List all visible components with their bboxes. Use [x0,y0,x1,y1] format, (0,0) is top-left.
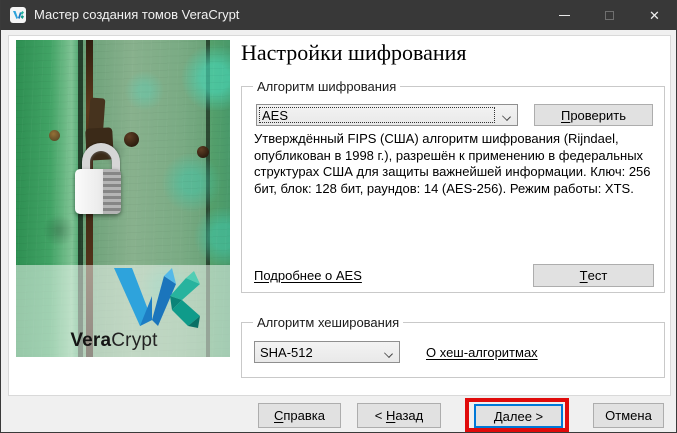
more-info-about-aes-link[interactable]: Подробнее о AES [254,268,362,283]
veracrypt-logo-icon [112,268,206,332]
selected-hash-algorithm: SHA-512 [260,345,313,360]
maximize-icon [605,11,614,20]
encryption-algorithm-dropdown[interactable]: AES [256,104,518,126]
titlebar[interactable]: Мастер создания томов VeraCrypt ✕ [0,0,677,30]
bolt [124,132,139,147]
encryption-group-label: Алгоритм шифрования [253,79,400,94]
help-button[interactable]: Справка [258,403,341,428]
veracrypt-banner-image: VeraCrypt [16,40,230,357]
maximize-button [587,0,632,30]
hash-info-link[interactable]: О хеш-алгоритмах [426,345,538,360]
window-title: Мастер создания томов VeraCrypt [34,7,239,22]
padlock-body-groove [103,169,121,214]
bolt [197,146,209,158]
veracrypt-wizard-window: Мастер создания томов VeraCrypt ✕ [0,0,677,433]
algorithm-description: Утверждённый FIPS (США) алгоритм шифрова… [254,131,660,197]
hash-group-label: Алгоритм хеширования [253,315,403,330]
minimize-icon [559,15,570,16]
hash-algorithm-dropdown[interactable]: SHA-512 [254,341,400,363]
chevron-down-icon [503,113,511,121]
bolt [49,130,60,141]
close-icon: ✕ [649,9,660,22]
cancel-button[interactable]: Отмена [593,403,664,428]
focus-rectangle [259,107,495,123]
benchmark-test-button[interactable]: Тест [533,264,654,287]
page-title: Настройки шифрования [241,40,467,66]
next-button[interactable]: Далее > [474,404,563,428]
veracrypt-app-icon [10,7,26,23]
chevron-down-icon [385,350,393,358]
minimize-button[interactable] [542,0,587,30]
veracrypt-logo-text: VeraCrypt [16,330,212,352]
back-button[interactable]: < Назад [357,403,441,428]
close-button[interactable]: ✕ [632,0,677,30]
verify-button[interactable]: Проверить [534,104,653,126]
